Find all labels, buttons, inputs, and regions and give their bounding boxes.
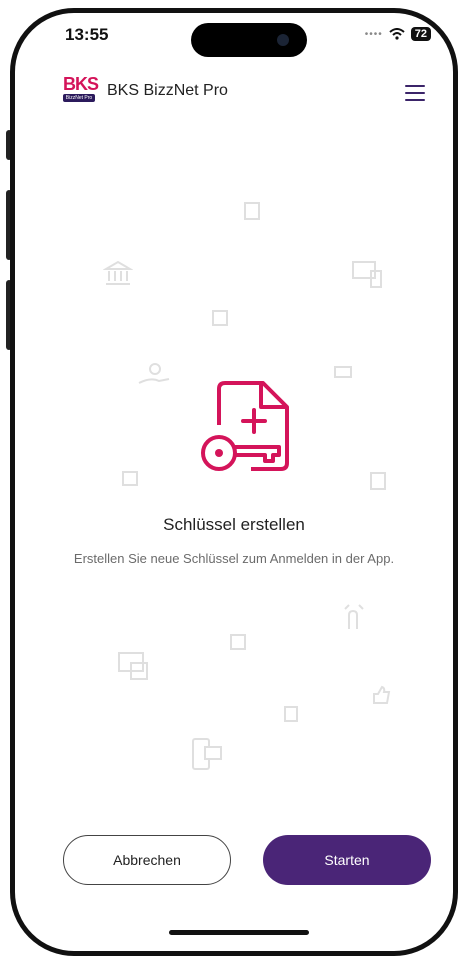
- status-bar: 13:55 •••• 72: [15, 13, 453, 57]
- mobile-chat-icon: [192, 738, 222, 770]
- refresh-doc-icon: [370, 472, 386, 490]
- touch-icon: [344, 604, 364, 629]
- hero-description: Erstellen Sie neue Schlüssel zum Anmelde…: [73, 551, 395, 566]
- start-button[interactable]: Starten: [263, 835, 431, 885]
- status-icons: •••• 72: [365, 27, 431, 41]
- hand-coin-icon: [138, 363, 170, 384]
- battery-icon: 72: [410, 27, 431, 41]
- document-key-add-icon: [201, 381, 289, 471]
- wifi-icon: [389, 28, 405, 40]
- hero-title: Schlüssel erstellen: [163, 515, 305, 534]
- bank-icon: [103, 260, 133, 285]
- bks-logo: BKS BizzNet Pro: [63, 75, 99, 105]
- list-doc-icon: [284, 706, 298, 722]
- document-small-icon: [244, 202, 260, 220]
- phone-screen: 13:55 •••• 72 BKS BizzNet Pro BKS BizzNe…: [10, 8, 458, 956]
- calendar-icon: [122, 471, 138, 486]
- chat-icon: [334, 366, 352, 378]
- hamburger-menu-icon[interactable]: [405, 85, 425, 101]
- signal-icon: ••••: [364, 28, 383, 40]
- home-indicator[interactable]: [169, 930, 309, 935]
- note-icon: [212, 310, 228, 326]
- devices-icon: [352, 261, 382, 288]
- monitor-download-icon: [118, 652, 148, 680]
- status-time: 13:55: [65, 25, 109, 44]
- dynamic-island: [191, 23, 307, 57]
- logo-text: BKS: [63, 74, 99, 94]
- app-header: BKS BizzNet Pro BKS BizzNet Pro: [15, 73, 453, 109]
- logo-subtext: BizzNet Pro: [63, 94, 95, 102]
- app-title: BKS BizzNet Pro: [107, 82, 228, 99]
- cancel-button[interactable]: Abbrechen: [63, 835, 231, 885]
- photo-icon: [230, 634, 246, 650]
- thumb-icon: [373, 685, 391, 704]
